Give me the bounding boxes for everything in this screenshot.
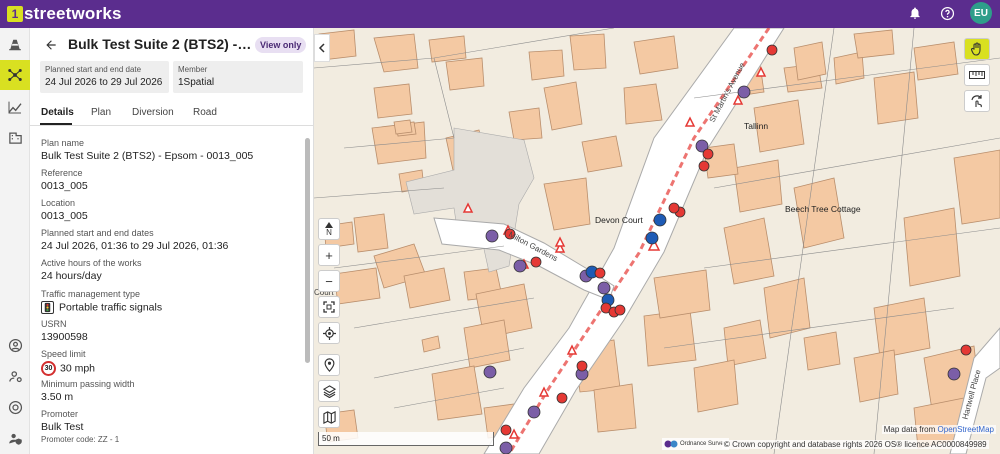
field-label: Location: [41, 198, 76, 208]
plan-details-panel: Bulk Test Suite 2 (BTS2) - Eps... View o…: [30, 28, 314, 454]
map-canvas[interactable]: [314, 28, 1000, 454]
field-value: 0013_005: [41, 180, 88, 192]
promoter-code: Promoter code: ZZ - 1: [41, 435, 120, 444]
label-beech-tree-cottage: Beech Tree Cottage: [785, 204, 861, 214]
field-promoter: Promoter Bulk Test Promoter code: ZZ - 1: [41, 409, 119, 444]
collapse-panel-button[interactable]: [314, 34, 330, 62]
speed-limit-sign-icon: 30: [41, 361, 56, 376]
tab-road[interactable]: Road: [193, 107, 217, 118]
ordnance-survey-logo: Ordnance Survey: [662, 438, 729, 450]
field-location: Location 0013_005: [41, 198, 88, 222]
member-box: Member 1Spatial: [173, 61, 303, 93]
support-icon[interactable]: [0, 392, 30, 422]
app-name: streetworks: [24, 4, 122, 23]
analytics-icon[interactable]: [0, 92, 30, 122]
help-icon[interactable]: [938, 4, 956, 22]
network-icon[interactable]: [0, 60, 30, 90]
tab-diversion[interactable]: Diversion: [132, 107, 174, 118]
fit-extent-icon[interactable]: [318, 296, 340, 318]
tab-plan[interactable]: Plan: [91, 107, 111, 118]
field-min-passing: Minimum passing width 3.50 m: [41, 379, 135, 403]
field-value: Bulk Test Suite 2 (BTS2) - Epsom - 0013_…: [41, 150, 254, 162]
field-value: Portable traffic signals: [59, 301, 163, 314]
zoom-in-button[interactable]: +: [318, 244, 340, 266]
map-view[interactable]: Devon Court Beech Tree Cottage Tallinn S…: [314, 28, 1000, 454]
field-label: Speed limit: [41, 349, 86, 359]
field-value: 0013_005: [41, 210, 88, 222]
field-label: Minimum passing width: [41, 379, 135, 389]
field-traffic-management: Traffic management type Portable traffic…: [41, 289, 162, 314]
field-label: Active hours of the works: [41, 258, 142, 268]
field-label: Planned start and end dates: [41, 228, 154, 238]
pan-hand-icon[interactable]: [964, 38, 990, 60]
field-value-row: Portable traffic signals: [41, 301, 162, 314]
field-plan-name: Plan name Bulk Test Suite 2 (BTS2) - Eps…: [41, 138, 253, 162]
rotate-hand-icon[interactable]: [964, 90, 990, 112]
field-value: 24 hours/day: [41, 270, 102, 282]
north-compass-button[interactable]: N: [318, 218, 340, 240]
panel-scrollbar[interactable]: [305, 138, 310, 363]
planned-dates-label: Planned start and end date: [45, 65, 142, 74]
field-value: 13900598: [41, 331, 88, 343]
manage-accounts-icon[interactable]: [0, 361, 30, 391]
measure-ruler-icon[interactable]: [964, 64, 990, 86]
field-value: 30 mph: [60, 362, 96, 375]
active-tab-indicator: [40, 123, 72, 125]
app-logo[interactable]: 1 streetworks: [7, 4, 122, 24]
logo-mark: 1: [7, 6, 23, 22]
map-attribution: Map data from OpenStreetMap: [881, 425, 996, 434]
planned-dates-box: Planned start and end date 24 Jul 2026 t…: [40, 61, 169, 93]
attribution-text: Map data from: [883, 425, 938, 434]
os-logo-text: Ordnance Survey: [680, 441, 727, 447]
member-label: Member: [178, 65, 208, 74]
basemap-icon[interactable]: [318, 406, 340, 428]
left-rail: [0, 28, 30, 454]
field-value: 24 Jul 2026, 01:36 to 29 Jul 2026, 01:36: [41, 240, 229, 252]
account-circle-icon[interactable]: [0, 330, 30, 360]
field-value: 3.50 m: [41, 391, 74, 403]
traffic-signal-icon: [41, 301, 54, 314]
top-bar: 1 streetworks EU: [0, 0, 1000, 28]
field-label: Plan name: [41, 138, 85, 148]
field-label: Promoter: [41, 409, 79, 419]
page-title: Bulk Test Suite 2 (BTS2) - Eps...: [68, 36, 253, 52]
north-label: N: [326, 227, 332, 237]
zoom-out-button[interactable]: −: [318, 270, 340, 292]
user-avatar[interactable]: EU: [970, 2, 992, 24]
admin-icon[interactable]: [0, 423, 30, 453]
field-label: USRN: [41, 319, 67, 329]
openstreetmap-link[interactable]: OpenStreetMap: [938, 425, 994, 434]
field-reference: Reference 0013_005: [41, 168, 88, 192]
field-value-row: 30 30 mph: [41, 361, 95, 376]
member-value: 1Spatial: [178, 77, 215, 88]
field-value: Bulk Test: [41, 421, 84, 433]
field-label: Reference: [41, 168, 83, 178]
scale-bar: 50 m: [318, 432, 494, 446]
place-marker-icon[interactable]: [318, 354, 340, 376]
field-label: Traffic management type: [41, 289, 141, 299]
traffic-cone-icon[interactable]: [0, 30, 30, 60]
field-active-hours: Active hours of the works 24 hours/day: [41, 258, 142, 282]
my-location-icon[interactable]: [318, 322, 340, 344]
back-arrow-icon[interactable]: [42, 36, 60, 54]
crown-copyright: © Crown copyright and database rights 20…: [722, 440, 989, 449]
label-tallinn: Tallinn: [744, 121, 769, 131]
label-devon-court: Devon Court: [595, 215, 643, 225]
view-only-badge: View only: [255, 37, 307, 53]
tab-details[interactable]: Details: [41, 107, 74, 118]
field-usrn: USRN 13900598: [41, 319, 88, 343]
notifications-icon[interactable]: [906, 4, 924, 22]
building-icon[interactable]: [0, 122, 30, 152]
os-logo-icon: [664, 440, 678, 448]
planned-dates-value: 24 Jul 2026 to 29 Jul 2026: [45, 77, 163, 88]
panel-tabs: Details Plan Diversion Road: [30, 100, 313, 126]
layers-icon[interactable]: [318, 380, 340, 402]
field-planned-dates: Planned start and end dates 24 Jul 2026,…: [41, 228, 228, 252]
field-speed-limit: Speed limit 30 30 mph: [41, 349, 95, 376]
